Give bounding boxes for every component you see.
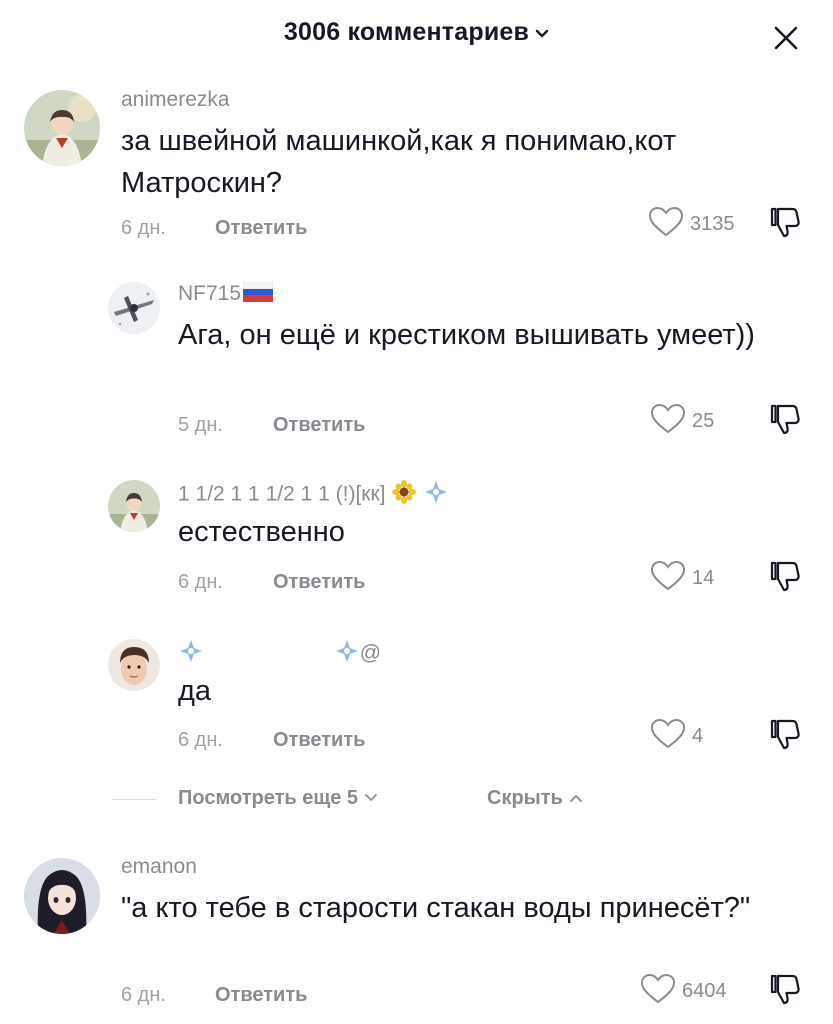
comment-text: Ага, он ещё и крестиком вышивать умеет)) [178, 319, 755, 351]
comments-count-title[interactable]: 3006 комментариев [0, 18, 833, 47]
comment-username[interactable]: 1 1/2 1 1 1/2 1 1 (!)[кк] [178, 479, 449, 511]
reply-button[interactable]: Ответить [273, 414, 365, 437]
comment-text: за швейной машинкой,как я понимаю,кот Ма… [121, 125, 677, 199]
sparkle-icon [334, 638, 360, 670]
chevron-down-icon [364, 786, 378, 809]
comment-time: 5 дн. [178, 414, 223, 436]
chevron-down-icon [535, 17, 549, 46]
like-button[interactable]: 6404 [640, 973, 727, 1010]
reply-button[interactable]: Ответить [215, 984, 307, 1007]
heart-icon [650, 560, 686, 597]
hide-label: Скрыть [487, 787, 563, 809]
view-more-replies-button[interactable]: Посмотреть еще 5 [178, 787, 378, 810]
sparkle-icon [423, 479, 449, 511]
divider [112, 799, 156, 800]
dislike-icon[interactable] [768, 717, 802, 756]
avatar[interactable] [108, 480, 160, 532]
dislike-icon[interactable] [768, 402, 802, 441]
like-button[interactable]: 25 [650, 403, 714, 440]
avatar[interactable] [24, 90, 100, 166]
comment-text: естественно [178, 516, 345, 548]
sunflower-icon [391, 479, 417, 511]
close-icon[interactable] [768, 20, 804, 56]
russia-flag-icon [242, 282, 274, 303]
comment-text: да [178, 675, 212, 707]
dislike-icon[interactable] [768, 972, 802, 1011]
chevron-up-icon [569, 786, 583, 809]
avatar[interactable] [108, 639, 160, 691]
comments-header: 3006 комментариев [0, 0, 833, 70]
comment-username[interactable]: emanon [121, 855, 197, 879]
comments-count-label: 3006 комментариев [283, 18, 530, 46]
like-button[interactable]: 14 [650, 560, 714, 597]
heart-icon [640, 973, 676, 1010]
like-count: 6404 [682, 980, 727, 1002]
dislike-icon[interactable] [768, 205, 802, 244]
comment-text: "а кто тебе в старости стакан воды прине… [121, 892, 751, 924]
comment-time: 6 дн. [121, 217, 166, 239]
like-button[interactable]: 4 [650, 718, 703, 755]
heart-icon [650, 718, 686, 755]
view-more-label: Посмотреть еще 5 [178, 787, 359, 809]
comment-time: 6 дн. [121, 984, 166, 1006]
avatar[interactable] [24, 858, 100, 934]
avatar[interactable] [108, 282, 160, 334]
like-count: 14 [692, 567, 715, 589]
like-count: 25 [692, 410, 715, 432]
reply-button[interactable]: Ответить [215, 217, 307, 240]
hide-replies-button[interactable]: Скрыть [487, 787, 583, 810]
dislike-icon[interactable] [768, 559, 802, 598]
heart-icon [650, 403, 686, 440]
heart-icon [648, 206, 684, 243]
comment-username[interactable]: animerezka [121, 88, 230, 112]
comment-username[interactable]: NF715 [178, 282, 274, 306]
reply-button[interactable]: Ответить [273, 729, 365, 752]
like-button[interactable]: 3135 [648, 206, 735, 243]
comment-time: 6 дн. [178, 729, 223, 751]
comment-time: 6 дн. [178, 571, 223, 593]
username-label: NF715 [178, 282, 242, 305]
comment-username[interactable]: @ [178, 638, 381, 670]
like-count: 3135 [690, 213, 735, 235]
username-label: 1 1/2 1 1 1/2 1 1 (!)[кк] [178, 482, 386, 506]
reply-button[interactable]: Ответить [273, 571, 365, 594]
replies-toggle-row: Посмотреть еще 5 Скрыть [112, 784, 712, 814]
sparkle-icon [178, 638, 204, 670]
username-label: @ [359, 641, 382, 665]
like-count: 4 [692, 725, 704, 747]
